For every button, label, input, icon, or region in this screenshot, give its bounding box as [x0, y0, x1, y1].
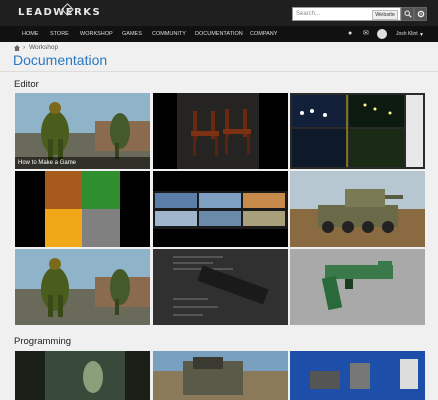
search-scope-dropdown[interactable]: Website [372, 10, 398, 20]
tutorial-tile[interactable] [290, 351, 425, 400]
gear-icon [417, 10, 424, 18]
tutorial-tile[interactable] [290, 171, 425, 247]
nav-documentation[interactable]: DOCUMENTATION [195, 26, 243, 42]
tile-thumbnail [290, 171, 425, 247]
nav-games[interactable]: GAMES [122, 26, 142, 42]
tile-caption: How to Make a Game [15, 157, 150, 169]
chat-icon[interactable]: ● [348, 30, 352, 38]
title-divider [0, 71, 438, 72]
mail-icon[interactable]: ✉ [363, 30, 369, 38]
page-title: Documentation [13, 52, 108, 68]
section-editor-heading: Editor [14, 79, 39, 90]
nav-store[interactable]: STORE [50, 26, 69, 42]
tile-thumbnail [290, 249, 425, 325]
tile-thumbnail [15, 249, 150, 325]
tile-thumbnail [15, 171, 150, 247]
breadcrumb-workshop[interactable]: Workshop [29, 44, 58, 51]
tile-thumbnail [153, 93, 288, 169]
top-bar: LEADWERKS Search... Website [0, 0, 438, 26]
tile-thumbnail [290, 351, 425, 400]
site-logo[interactable]: LEADWERKS [18, 7, 101, 18]
user-menu[interactable]: Josh Klint [396, 26, 418, 42]
tutorial-tile[interactable]: How to Make a Game [15, 93, 150, 169]
nav-company[interactable]: COMPANY [250, 26, 277, 42]
home-icon[interactable] [14, 45, 20, 51]
user-avatar[interactable] [377, 29, 387, 39]
tutorial-tile[interactable] [15, 351, 150, 400]
nav-workshop[interactable]: WORKSHOP [80, 26, 113, 42]
section-programming-heading: Programming [14, 336, 72, 347]
tile-thumbnail [153, 171, 288, 247]
settings-button[interactable] [414, 7, 427, 21]
tutorial-tile[interactable] [290, 249, 425, 325]
tutorial-tile[interactable] [153, 93, 288, 169]
tutorial-tile[interactable] [290, 93, 425, 169]
chevron-down-icon[interactable]: ▼ [419, 31, 424, 39]
tile-thumbnail [15, 351, 150, 400]
tile-thumbnail [290, 93, 425, 169]
tutorial-tile[interactable] [153, 171, 288, 247]
main-nav: HOME STORE WORKSHOP GAMES COMMUNITY DOCU… [0, 26, 438, 42]
tutorial-tile[interactable] [15, 249, 150, 325]
search-input[interactable]: Search... Website [292, 7, 401, 21]
nav-home[interactable]: HOME [22, 26, 39, 42]
search-icon [404, 10, 412, 18]
search-button[interactable] [401, 7, 414, 21]
tile-thumbnail [153, 249, 288, 325]
nav-community[interactable]: COMMUNITY [152, 26, 186, 42]
tile-thumbnail [153, 351, 288, 400]
search-placeholder: Search... [296, 11, 321, 17]
tutorial-tile[interactable] [153, 249, 288, 325]
tutorial-tile[interactable] [153, 351, 288, 400]
tutorial-tile[interactable] [15, 171, 150, 247]
breadcrumb-separator: › [23, 44, 26, 51]
